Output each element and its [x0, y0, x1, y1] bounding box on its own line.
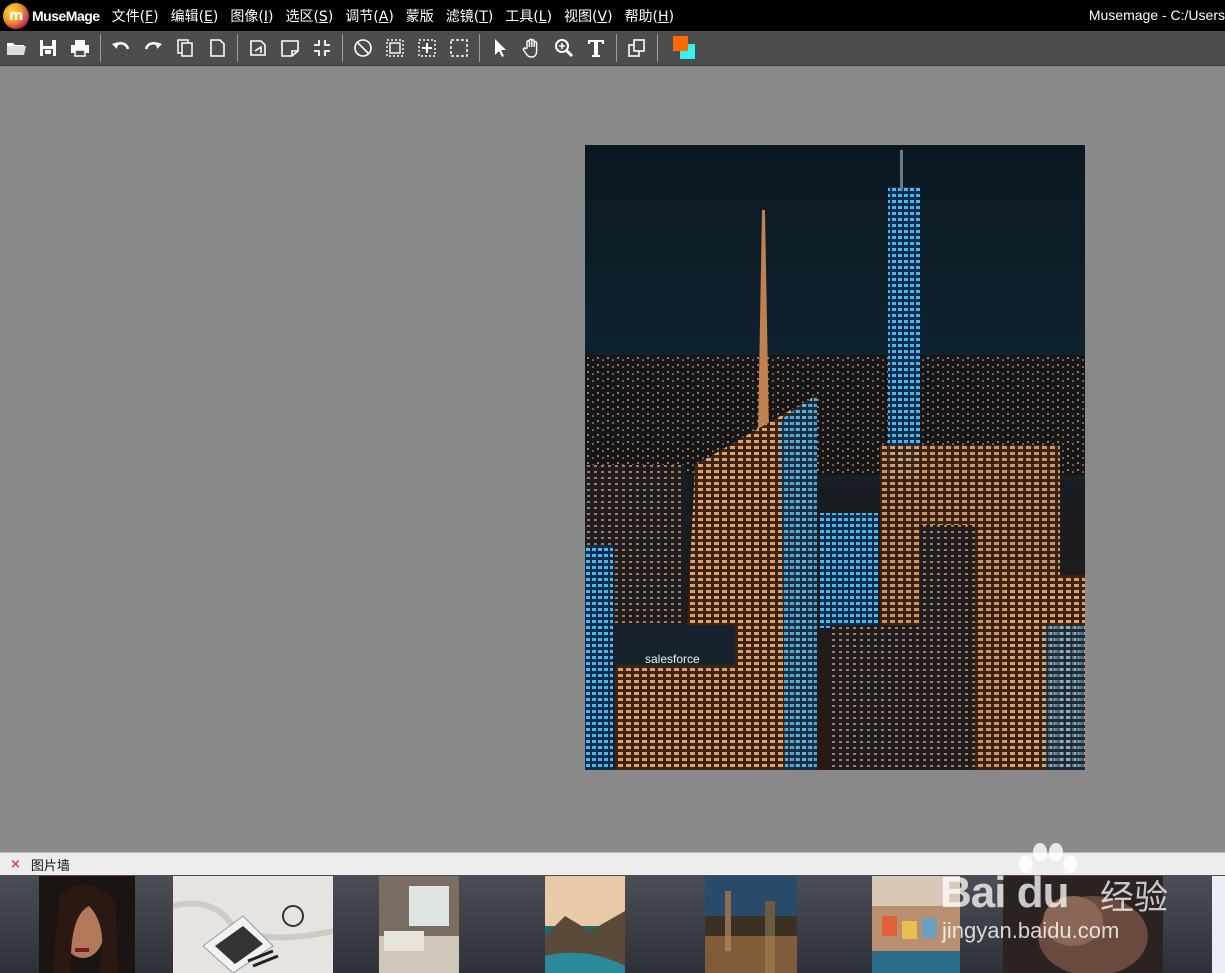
menu-label: 调节(: [345, 8, 379, 25]
window-title: Musemage - C:/Users: [1088, 7, 1225, 23]
copy-icon[interactable]: [169, 32, 201, 64]
toolbar-separator: [100, 34, 101, 62]
menu-label-tail: ): [267, 8, 274, 25]
menu-accelerator: E: [204, 8, 213, 25]
print-icon[interactable]: [64, 32, 96, 64]
menu-item-5[interactable]: 蒙版: [400, 6, 440, 26]
menu-label-tail: ): [212, 8, 219, 25]
menu-item-9[interactable]: 帮助(H): [619, 6, 680, 26]
redo-icon[interactable]: [137, 32, 169, 64]
menu-accelerator: F: [145, 8, 154, 25]
select-all-icon[interactable]: [379, 32, 411, 64]
foreground-color-swatch[interactable]: [673, 36, 688, 51]
undo-icon[interactable]: [105, 32, 137, 64]
rotate-icon[interactable]: [242, 32, 274, 64]
thumbnail-coast[interactable]: [545, 876, 625, 973]
menu-item-3[interactable]: 选区(S): [279, 6, 339, 26]
menu-label-tail: ): [388, 8, 394, 25]
crop-perspective-icon[interactable]: [274, 32, 306, 64]
toolbar-separator: [342, 34, 343, 62]
close-icon[interactable]: ×: [10, 857, 21, 872]
select-center-icon[interactable]: [411, 32, 443, 64]
thumbnail-hands[interactable]: [1003, 876, 1163, 973]
menu-item-1[interactable]: 编辑(E): [165, 6, 225, 26]
thumbnail-portrait[interactable]: [39, 876, 135, 973]
zoom-icon[interactable]: [548, 32, 580, 64]
menu-accelerator: L: [538, 8, 547, 25]
menu-item-7[interactable]: 工具(L): [499, 6, 558, 26]
app-logo: m MuseMage: [3, 2, 100, 29]
menu-label-tail: ): [487, 8, 494, 25]
menu-accelerator: V: [597, 8, 608, 25]
hand-icon[interactable]: [516, 32, 548, 64]
open-folder-icon[interactable]: [0, 32, 32, 64]
toolbar-separator: [616, 34, 617, 62]
svg-text:salesforce: salesforce: [645, 652, 700, 666]
menu-label-tail: ): [668, 8, 675, 25]
menu-accelerator: S: [318, 8, 328, 25]
menu-label: 工具(: [505, 8, 539, 25]
photo-wall-header: × 图片墙: [0, 852, 1225, 875]
menu-label: 选区(: [285, 8, 319, 25]
photo-wall-title: 图片墙: [30, 858, 70, 874]
thumbnail-laptop-desk[interactable]: [173, 876, 333, 973]
menu-label-tail: ): [327, 8, 334, 25]
city-night-photo[interactable]: salesforce: [585, 145, 1085, 770]
menu-label: 编辑(: [170, 8, 205, 25]
menu-label-tail: ): [153, 8, 159, 25]
deselect-icon[interactable]: [347, 32, 379, 64]
color-swatch[interactable]: [668, 32, 700, 64]
menu-bar: m MuseMage 文件(F) 编辑(E) 图像(I) 选区(S) 调节(A) 蒙版 滤镜…: [0, 0, 1225, 31]
toolbar-separator: [479, 34, 480, 62]
menu-item-0[interactable]: 文件(F): [106, 6, 165, 26]
menu-label: 蒙版: [405, 8, 434, 25]
toolbar-separator: [237, 34, 238, 62]
fit-icon[interactable]: [306, 32, 338, 64]
menu-label-tail: ): [546, 8, 553, 25]
menu-item-6[interactable]: 滤镜(T): [440, 6, 500, 26]
thumbnail-partial[interactable]: [1212, 876, 1225, 973]
menu-label: 视图(: [564, 8, 598, 25]
paste-icon[interactable]: [201, 32, 233, 64]
menu-item-8[interactable]: 视图(V): [558, 6, 619, 26]
thumbnail-harbor-town[interactable]: [872, 876, 960, 973]
save-icon[interactable]: [32, 32, 64, 64]
menu-label: 帮助(: [624, 8, 659, 25]
menu-label: 图像(: [230, 8, 264, 25]
pointer-icon[interactable]: [484, 32, 516, 64]
menu-item-4[interactable]: 调节(A): [339, 6, 400, 26]
logo-name: MuseMage: [32, 7, 100, 24]
menu-label-tail: ): [607, 8, 613, 25]
text-icon[interactable]: [580, 32, 612, 64]
logo-icon: m: [3, 2, 29, 29]
menu-item-2[interactable]: 图像(I): [224, 6, 279, 26]
thumbnail-bedroom[interactable]: [379, 876, 459, 973]
marquee-icon[interactable]: [443, 32, 475, 64]
menu-label: 文件(: [111, 8, 146, 25]
menu-accelerator: A: [378, 8, 389, 25]
toolbar: [0, 31, 1225, 66]
photo-wall: [0, 875, 1225, 973]
menu-accelerator: T: [479, 8, 488, 25]
menu-label: 滤镜(: [445, 8, 480, 25]
thumbnail-city-dusk[interactable]: [705, 876, 797, 973]
layers-icon[interactable]: [621, 32, 653, 64]
canvas-area[interactable]: salesforce: [0, 66, 1225, 852]
menu-accelerator: H: [658, 8, 669, 25]
toolbar-separator: [657, 34, 658, 62]
menu-items: 文件(F) 编辑(E) 图像(I) 选区(S) 调节(A) 蒙版 滤镜(T) 工具(L) 视图(…: [106, 6, 680, 26]
